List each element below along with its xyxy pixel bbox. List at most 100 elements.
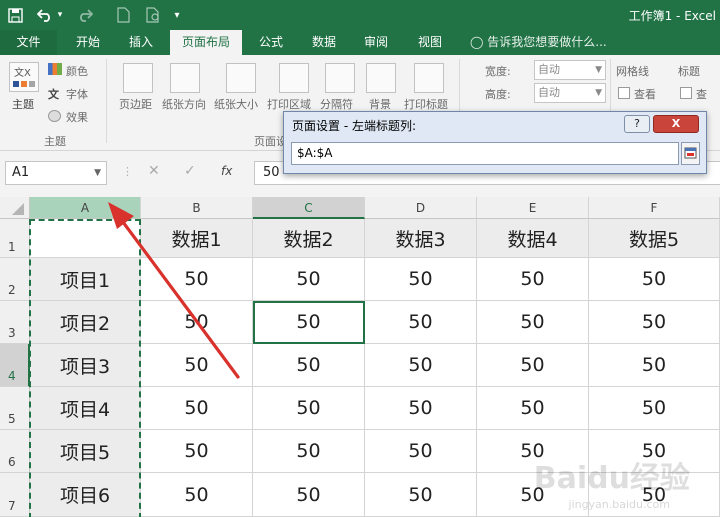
print-titles-button[interactable]: 打印标题 bbox=[404, 96, 448, 112]
headings-view-checkbox[interactable] bbox=[680, 87, 692, 99]
cell-c5[interactable]: 50 bbox=[253, 387, 365, 430]
save-icon[interactable] bbox=[4, 4, 26, 26]
orientation-button[interactable]: 纸张方向 bbox=[162, 96, 206, 112]
cell-a4[interactable]: 项目3 bbox=[30, 344, 141, 387]
row-header-1[interactable]: 1 bbox=[0, 219, 30, 258]
title-columns-input[interactable]: $A:$A bbox=[291, 142, 679, 165]
cell-c2[interactable]: 50 bbox=[253, 258, 365, 301]
cell-d2[interactable]: 50 bbox=[365, 258, 477, 301]
tab-home[interactable]: 开始 bbox=[62, 30, 114, 55]
undo-icon[interactable] bbox=[34, 4, 56, 26]
row-header-2[interactable]: 2 bbox=[0, 258, 30, 301]
breaks-button[interactable]: 分隔符 bbox=[320, 96, 353, 112]
cell-d3[interactable]: 50 bbox=[365, 301, 477, 344]
name-box[interactable]: A1 ▼ bbox=[5, 161, 107, 185]
print-titles-icon[interactable] bbox=[414, 63, 444, 93]
cell-b2[interactable]: 50 bbox=[141, 258, 253, 301]
close-button[interactable]: X bbox=[653, 115, 699, 133]
cell-e5[interactable]: 50 bbox=[477, 387, 589, 430]
cell-c6[interactable]: 50 bbox=[253, 430, 365, 473]
cell-f4[interactable]: 50 bbox=[589, 344, 720, 387]
redo-icon[interactable] bbox=[74, 4, 96, 26]
cell-d1[interactable]: 数据3 bbox=[365, 219, 477, 258]
print-area-button[interactable]: 打印区域 bbox=[267, 96, 311, 112]
tab-insert[interactable]: 插入 bbox=[116, 30, 166, 55]
customize-toolbar-icon[interactable]: ▾ bbox=[170, 4, 184, 26]
tab-file[interactable]: 文件 bbox=[0, 30, 57, 55]
cell-b3[interactable]: 50 bbox=[141, 301, 253, 344]
tab-data[interactable]: 数据 bbox=[300, 30, 348, 55]
margins-button[interactable]: 页边距 bbox=[119, 96, 152, 112]
print-preview-icon[interactable] bbox=[142, 4, 164, 26]
expand-dialog-icon[interactable] bbox=[681, 142, 700, 165]
cell-d5[interactable]: 50 bbox=[365, 387, 477, 430]
cell-c3[interactable]: 50 bbox=[253, 301, 365, 344]
cancel-icon[interactable]: ✕ bbox=[148, 163, 160, 179]
tab-page-layout[interactable]: 页面布局 bbox=[170, 30, 242, 55]
themes-icon[interactable]: 文X bbox=[9, 62, 39, 92]
effects-button[interactable]: 效果 bbox=[66, 109, 88, 125]
cell-d4[interactable]: 50 bbox=[365, 344, 477, 387]
cell-a2[interactable]: 项目1 bbox=[30, 258, 141, 301]
cell-c4[interactable]: 50 bbox=[253, 344, 365, 387]
cell-e2[interactable]: 50 bbox=[477, 258, 589, 301]
row-header-6[interactable]: 6 bbox=[0, 430, 30, 473]
cell-c1[interactable]: 数据2 bbox=[253, 219, 365, 258]
cell-e4[interactable]: 50 bbox=[477, 344, 589, 387]
orientation-icon[interactable] bbox=[170, 63, 200, 93]
row-header-3[interactable]: 3 bbox=[0, 301, 30, 344]
cell-a7[interactable]: 项目6 bbox=[30, 473, 141, 517]
help-button[interactable]: ? bbox=[624, 115, 650, 133]
margins-icon[interactable] bbox=[123, 63, 153, 93]
cell-f5[interactable]: 50 bbox=[589, 387, 720, 430]
cell-e3[interactable]: 50 bbox=[477, 301, 589, 344]
row-header-4[interactable]: 4 bbox=[0, 344, 30, 387]
select-all-button[interactable] bbox=[0, 197, 30, 219]
column-header-a[interactable]: A bbox=[30, 197, 141, 219]
gridlines-view-checkbox[interactable] bbox=[618, 87, 630, 99]
cell-b1[interactable]: 数据1 bbox=[141, 219, 253, 258]
cell-f1[interactable]: 数据5 bbox=[589, 219, 720, 258]
cell-b7[interactable]: 50 bbox=[141, 473, 253, 517]
cell-f2[interactable]: 50 bbox=[589, 258, 720, 301]
row-header-5[interactable]: 5 bbox=[0, 387, 30, 430]
background-icon[interactable] bbox=[366, 63, 396, 93]
enter-icon[interactable]: ✓ bbox=[184, 163, 196, 179]
cell-d6[interactable]: 50 bbox=[365, 430, 477, 473]
column-header-e[interactable]: E bbox=[477, 197, 589, 219]
cell-a1[interactable] bbox=[30, 219, 141, 258]
fonts-button[interactable]: 字体 bbox=[66, 86, 88, 102]
column-header-c[interactable]: C bbox=[253, 197, 365, 219]
insert-function-icon[interactable]: fx bbox=[221, 164, 232, 178]
new-document-icon[interactable] bbox=[112, 4, 134, 26]
column-header-f[interactable]: F bbox=[589, 197, 720, 219]
column-header-b[interactable]: B bbox=[141, 197, 253, 219]
cell-a6[interactable]: 项目5 bbox=[30, 430, 141, 473]
row-header-7[interactable]: 7 bbox=[0, 473, 30, 517]
row-number: 1 bbox=[8, 240, 16, 254]
tab-review[interactable]: 审阅 bbox=[352, 30, 400, 55]
size-button[interactable]: 纸张大小 bbox=[214, 96, 258, 112]
tab-formulas[interactable]: 公式 bbox=[246, 30, 296, 55]
cell-e1[interactable]: 数据4 bbox=[477, 219, 589, 258]
cell-a5[interactable]: 项目4 bbox=[30, 387, 141, 430]
cell-c7[interactable]: 50 bbox=[253, 473, 365, 517]
column-header-d[interactable]: D bbox=[365, 197, 477, 219]
cell-d7[interactable]: 50 bbox=[365, 473, 477, 517]
cell-b6[interactable]: 50 bbox=[141, 430, 253, 473]
cell-f3[interactable]: 50 bbox=[589, 301, 720, 344]
cell-b4[interactable]: 50 bbox=[141, 344, 253, 387]
width-select[interactable]: 自动 ▼ bbox=[534, 60, 606, 80]
cell-b5[interactable]: 50 bbox=[141, 387, 253, 430]
breaks-icon[interactable] bbox=[325, 63, 355, 93]
height-select[interactable]: 自动 ▼ bbox=[534, 83, 606, 103]
size-icon[interactable] bbox=[226, 63, 256, 93]
colors-button[interactable]: 颜色 bbox=[66, 63, 88, 79]
themes-button[interactable]: 主题 bbox=[12, 96, 34, 112]
tab-view[interactable]: 视图 bbox=[406, 30, 454, 55]
undo-dropdown-icon[interactable]: ▾ bbox=[54, 4, 66, 26]
cell-a3[interactable]: 项目2 bbox=[30, 301, 141, 344]
tell-me-box[interactable]: ◯ 告诉我您想要做什么... bbox=[470, 30, 607, 55]
print-area-icon[interactable] bbox=[279, 63, 309, 93]
background-button[interactable]: 背景 bbox=[369, 96, 391, 112]
